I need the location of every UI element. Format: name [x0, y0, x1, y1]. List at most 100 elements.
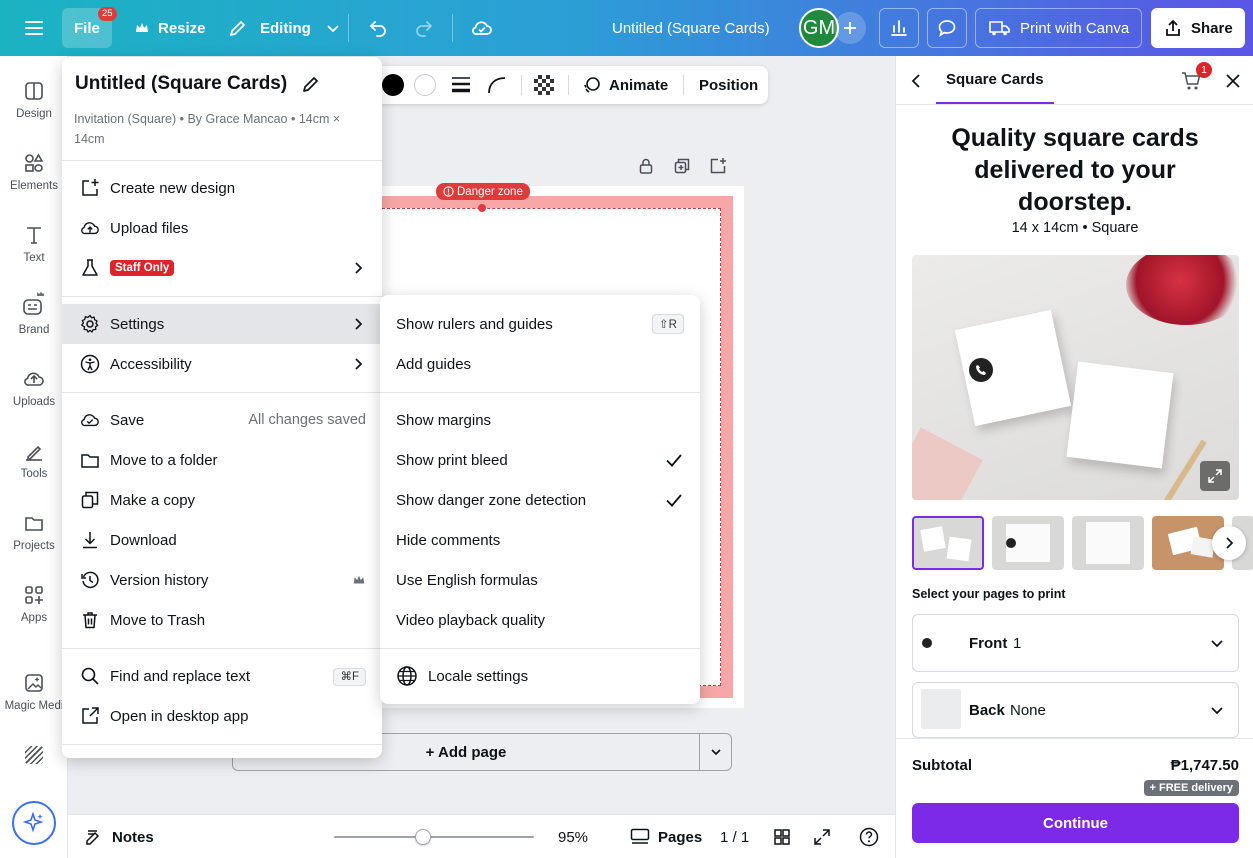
- add-page-icon-button[interactable]: [709, 157, 727, 175]
- staff-only-item[interactable]: Staff Only: [62, 248, 382, 288]
- corner-rounding-button[interactable]: [486, 75, 508, 95]
- back-button[interactable]: [908, 72, 926, 90]
- create-new-design-item[interactable]: Create new design: [62, 168, 382, 208]
- tab-square-cards[interactable]: Square Cards: [936, 56, 1054, 104]
- divider: [62, 744, 382, 745]
- notes-button[interactable]: Notes: [84, 815, 154, 858]
- toolbar-divider: [568, 75, 569, 95]
- grid-view-button[interactable]: [773, 828, 791, 846]
- insights-button[interactable]: [879, 8, 919, 48]
- call-badge-icon: [922, 638, 932, 648]
- thumbnails-next-button[interactable]: [1212, 526, 1246, 560]
- sidebar-item-tools[interactable]: Tools: [0, 440, 68, 480]
- call-badge-icon: [1006, 538, 1016, 548]
- back-label: Back: [969, 701, 1005, 719]
- share-button[interactable]: Share: [1151, 8, 1245, 48]
- version-history-item[interactable]: Version history: [62, 560, 382, 600]
- find-replace-item[interactable]: Find and replace text ⌘F: [62, 656, 382, 696]
- sidebar-item-elements[interactable]: Elements: [0, 152, 68, 192]
- show-print-bleed-item[interactable]: Show print bleed: [380, 440, 700, 480]
- file-label: File: [74, 19, 100, 37]
- sidebar-item-brand[interactable]: Brand: [0, 290, 68, 336]
- resize-button[interactable]: Resize: [122, 8, 218, 48]
- divider: [380, 392, 700, 393]
- sidebar-item-design[interactable]: Design: [0, 80, 68, 120]
- locale-settings-item[interactable]: Locale settings: [380, 656, 700, 696]
- transparency-button[interactable]: [534, 75, 554, 95]
- show-danger-zone-item[interactable]: Show danger zone detection: [380, 480, 700, 520]
- open-desktop-app-item[interactable]: Open in desktop app: [62, 696, 382, 736]
- show-rulers-item[interactable]: Show rulers and guides ⇧R: [380, 304, 700, 344]
- animate-button[interactable]: Animate: [582, 66, 668, 104]
- product-thumbnail-1[interactable]: [912, 516, 984, 570]
- menu-item-label: Open in desktop app: [110, 707, 249, 725]
- avatar[interactable]: GM: [799, 8, 839, 48]
- invite-button[interactable]: [834, 12, 866, 44]
- menu-item-label: Save: [110, 411, 145, 429]
- zoom-slider[interactable]: [334, 815, 534, 858]
- move-to-trash-item[interactable]: Move to Trash: [62, 600, 382, 640]
- border-weight-button[interactable]: [450, 75, 472, 95]
- color-swatch-black[interactable]: [382, 74, 404, 96]
- pages-button[interactable]: Pages: [630, 815, 702, 858]
- color-swatch-white[interactable]: [414, 74, 436, 96]
- product-thumbnail-2[interactable]: [992, 516, 1064, 570]
- duplicate-page-button[interactable]: [673, 157, 691, 175]
- position-button[interactable]: Position: [699, 66, 758, 104]
- download-item[interactable]: Download: [62, 520, 382, 560]
- close-button[interactable]: [1224, 72, 1242, 90]
- accessibility-item[interactable]: Accessibility: [62, 344, 382, 384]
- sidebar-item-uploads[interactable]: Uploads: [0, 368, 68, 408]
- subtotal-value: ₱1,747.50: [1170, 757, 1239, 774]
- sidebar-item-label: Magic Medi: [4, 700, 64, 712]
- comments-button[interactable]: [927, 8, 967, 48]
- show-margins-item[interactable]: Show margins: [380, 400, 700, 440]
- zoom-level[interactable]: 95%: [558, 815, 588, 858]
- sidebar-item-projects[interactable]: Projects: [0, 512, 68, 552]
- cart-badge: 1: [1196, 62, 1212, 78]
- redo-button[interactable]: [404, 8, 444, 48]
- make-copy-item[interactable]: Make a copy: [62, 480, 382, 520]
- settings-item[interactable]: Settings: [62, 304, 382, 344]
- add-page-options-button[interactable]: [700, 734, 732, 770]
- print-with-canva-button[interactable]: Print with Canva: [975, 8, 1143, 48]
- upload-files-item[interactable]: Upload files: [62, 208, 382, 248]
- lock-page-button[interactable]: [637, 157, 655, 175]
- move-to-folder-item[interactable]: Move to a folder: [62, 440, 382, 480]
- add-guides-item[interactable]: Add guides: [380, 344, 700, 384]
- expand-image-button[interactable]: [1200, 461, 1230, 491]
- document-title[interactable]: Untitled (Square Cards): [612, 8, 770, 48]
- chevron-left-icon: [911, 74, 920, 88]
- cart-button[interactable]: 1: [1180, 62, 1212, 92]
- product-thumbnail-3[interactable]: [1072, 516, 1144, 570]
- english-formulas-item[interactable]: Use English formulas: [380, 560, 700, 600]
- sidebar-item-apps[interactable]: Apps: [0, 584, 68, 624]
- fullscreen-button[interactable]: [813, 828, 831, 846]
- front-page-select[interactable]: Front 1: [912, 614, 1239, 672]
- hamburger-icon: [25, 21, 43, 35]
- help-button[interactable]: [859, 827, 879, 847]
- back-page-select[interactable]: Back None: [912, 682, 1239, 738]
- cloud-save-status-button[interactable]: [462, 8, 502, 48]
- menu-item-label: Move to a folder: [110, 451, 218, 469]
- zoom-slider-thumb[interactable]: [415, 829, 432, 845]
- continue-button[interactable]: Continue: [912, 803, 1239, 843]
- file-menu-title[interactable]: Untitled (Square Cards): [75, 73, 321, 95]
- hide-comments-item[interactable]: Hide comments: [380, 520, 700, 560]
- main-menu-button[interactable]: [14, 8, 54, 48]
- file-menu-button[interactable]: File 25: [62, 7, 117, 48]
- sidebar-item-text[interactable]: Text: [0, 224, 68, 264]
- undo-button[interactable]: [358, 8, 398, 48]
- sidebar-item-magic-media[interactable]: Magic Medi: [0, 672, 68, 712]
- save-item[interactable]: Save All changes saved: [62, 400, 382, 440]
- page-counter[interactable]: 1 / 1: [720, 815, 749, 858]
- video-quality-item[interactable]: Video playback quality: [380, 600, 700, 640]
- menu-item-label: Show margins: [396, 411, 492, 429]
- magic-assistant-button[interactable]: [12, 801, 56, 845]
- editing-mode-dropdown[interactable]: Editing: [216, 8, 353, 48]
- pattern-icon[interactable]: [25, 746, 43, 764]
- curve-icon: [488, 77, 506, 94]
- panel-headline: Quality square cards delivered to your d…: [951, 124, 1199, 216]
- menu-item-label: Make a copy: [110, 491, 196, 509]
- pencil-icon[interactable]: [301, 74, 321, 94]
